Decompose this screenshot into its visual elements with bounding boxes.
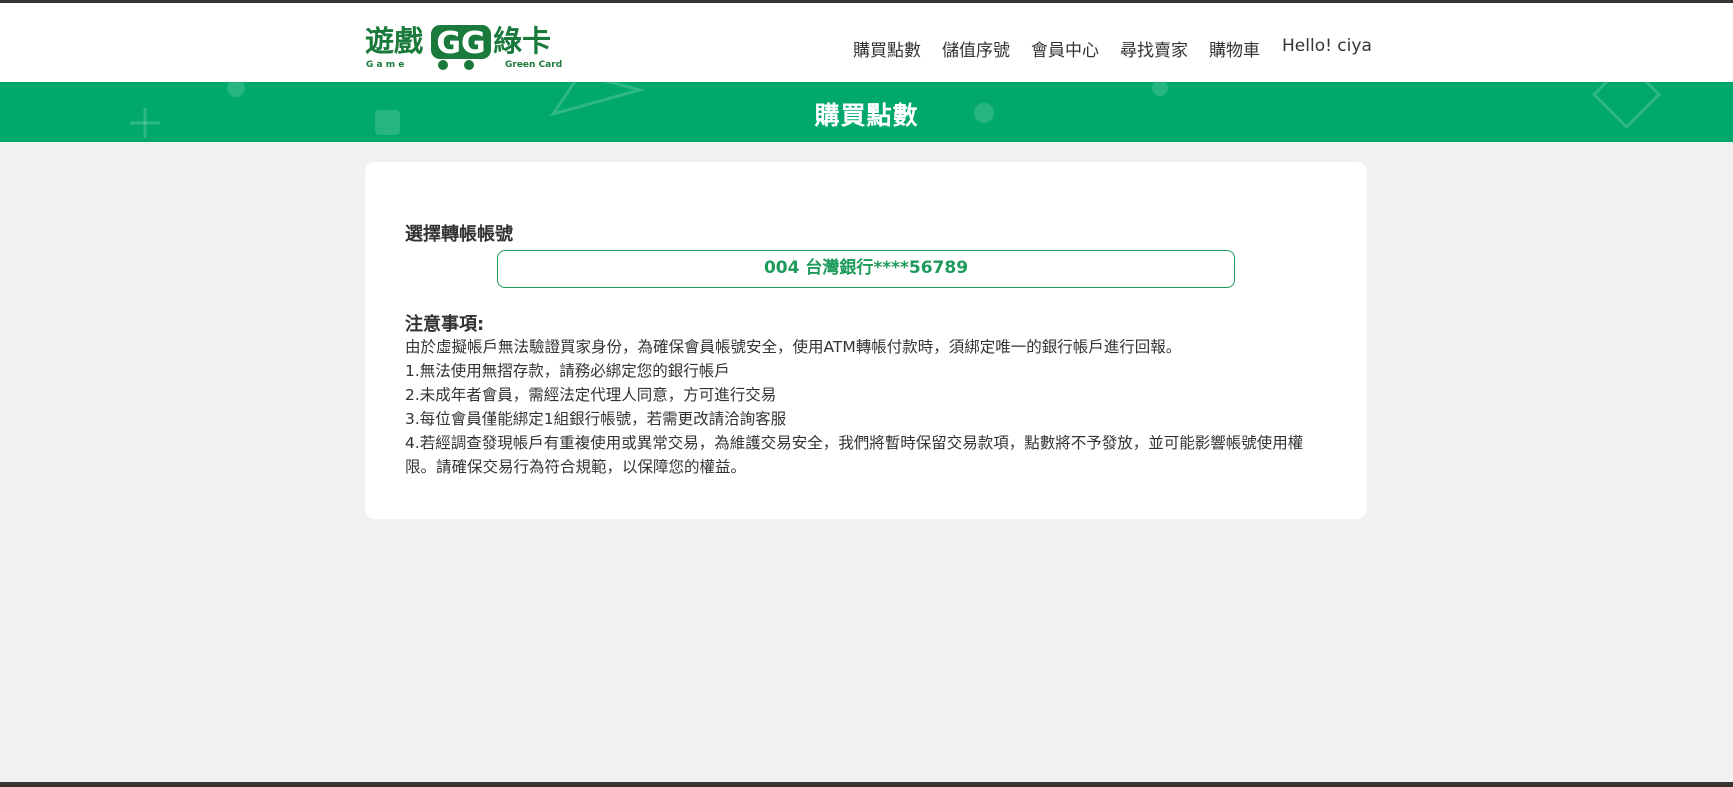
nav-find-seller-label[interactable]: 尋找賣家 (1120, 41, 1188, 61)
logo-text-left: 遊戲 (365, 24, 423, 58)
nav-buy-points-label[interactable]: 購買點數 (853, 41, 921, 61)
account-section-label: 選擇轉帳帳號 (405, 224, 513, 245)
account-selection-card: 選擇轉帳帳號 004 台灣銀行****56789 注意事項: 由於虛擬帳戶無法驗… (365, 162, 1367, 519)
nav-redeem-code[interactable]: 儲值序號 (942, 36, 1010, 62)
notice-intro: 由於虛擬帳戶無法驗證買家身份，為確保會員帳號安全，使用ATM轉帳付款時，須綁定唯… (405, 338, 1182, 356)
nav-find-seller[interactable]: 尋找賣家 (1120, 36, 1188, 62)
notice-item-4: 4.若經調查發現帳戶有重複使用或異常交易，為維護交易安全，我們將暫時保留交易款項… (405, 434, 1304, 476)
logo-subtext-right: Green Card (505, 60, 562, 70)
nav-user-greeting-label[interactable]: Hello! ciya (1282, 36, 1372, 56)
site-logo[interactable]: 遊戲 GG 綠卡 G a m e Green Card (365, 21, 567, 71)
notice-item-1: 1.無法使用無摺存款，請務必綁定您的銀行帳戶 (405, 362, 730, 380)
bottom-border (0, 782, 1733, 787)
nav-redeem-code-label[interactable]: 儲值序號 (942, 41, 1010, 61)
nav-cart[interactable]: 購物車 (1209, 36, 1260, 62)
notice-item-3: 3.每位會員僅能綁定1組銀行帳號，若需更改請洽詢客服 (405, 410, 787, 428)
nav-buy-points[interactable]: 購買點數 (853, 36, 921, 62)
site-header: 遊戲 GG 綠卡 G a m e Green Card 購買點數 儲值序號 會員… (0, 3, 1733, 82)
notice-title: 注意事項: (405, 314, 485, 335)
logo-subtext-left: G a m e (366, 60, 404, 70)
logo-gg-mark: GG (431, 25, 491, 70)
page-title: 購買點數 (814, 101, 919, 130)
nav-cart-label[interactable]: 購物車 (1209, 41, 1260, 61)
bank-account-option[interactable]: 004 台灣銀行****56789 (497, 250, 1235, 288)
logo-text-right: 綠卡 (493, 24, 551, 58)
nav-member-center[interactable]: 會員中心 (1031, 36, 1099, 62)
notice-item-2: 2.未成年者會員，需經法定代理人同意，方可進行交易 (405, 386, 777, 404)
page-hero-banner: 購買點數 (0, 82, 1733, 142)
nav-user-greeting[interactable]: Hello! ciya (1282, 36, 1372, 62)
nav-member-center-label[interactable]: 會員中心 (1031, 41, 1099, 61)
logo-text-mid: GG (436, 26, 485, 61)
